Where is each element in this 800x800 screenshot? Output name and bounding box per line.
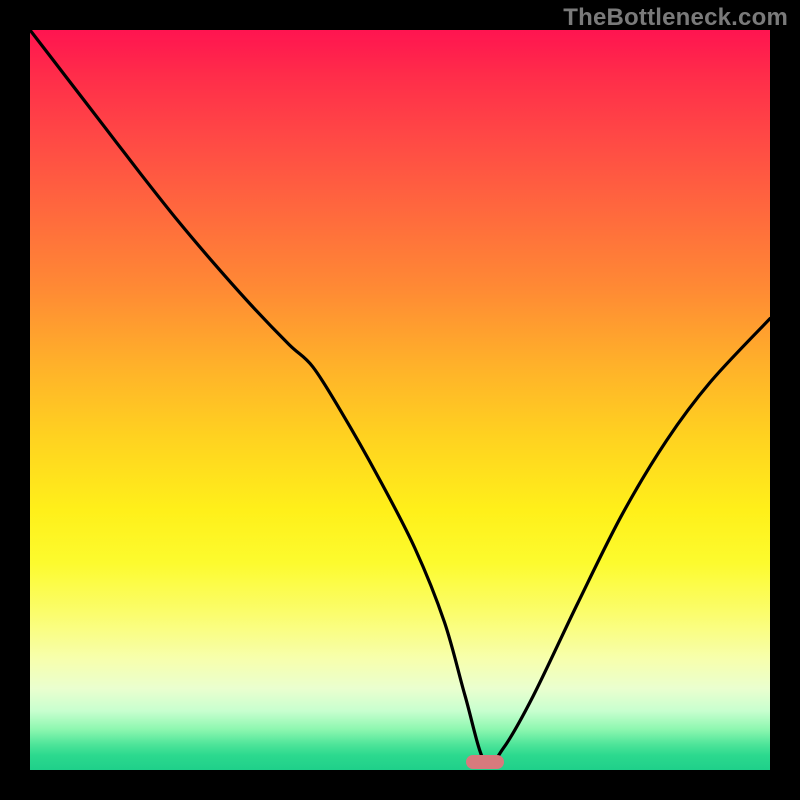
chart-frame: TheBottleneck.com xyxy=(0,0,800,800)
chart-line-path xyxy=(30,30,770,765)
watermark-label: TheBottleneck.com xyxy=(563,4,788,32)
bottleneck-marker xyxy=(466,755,504,769)
plot-area xyxy=(30,30,770,770)
chart-line xyxy=(30,30,770,770)
